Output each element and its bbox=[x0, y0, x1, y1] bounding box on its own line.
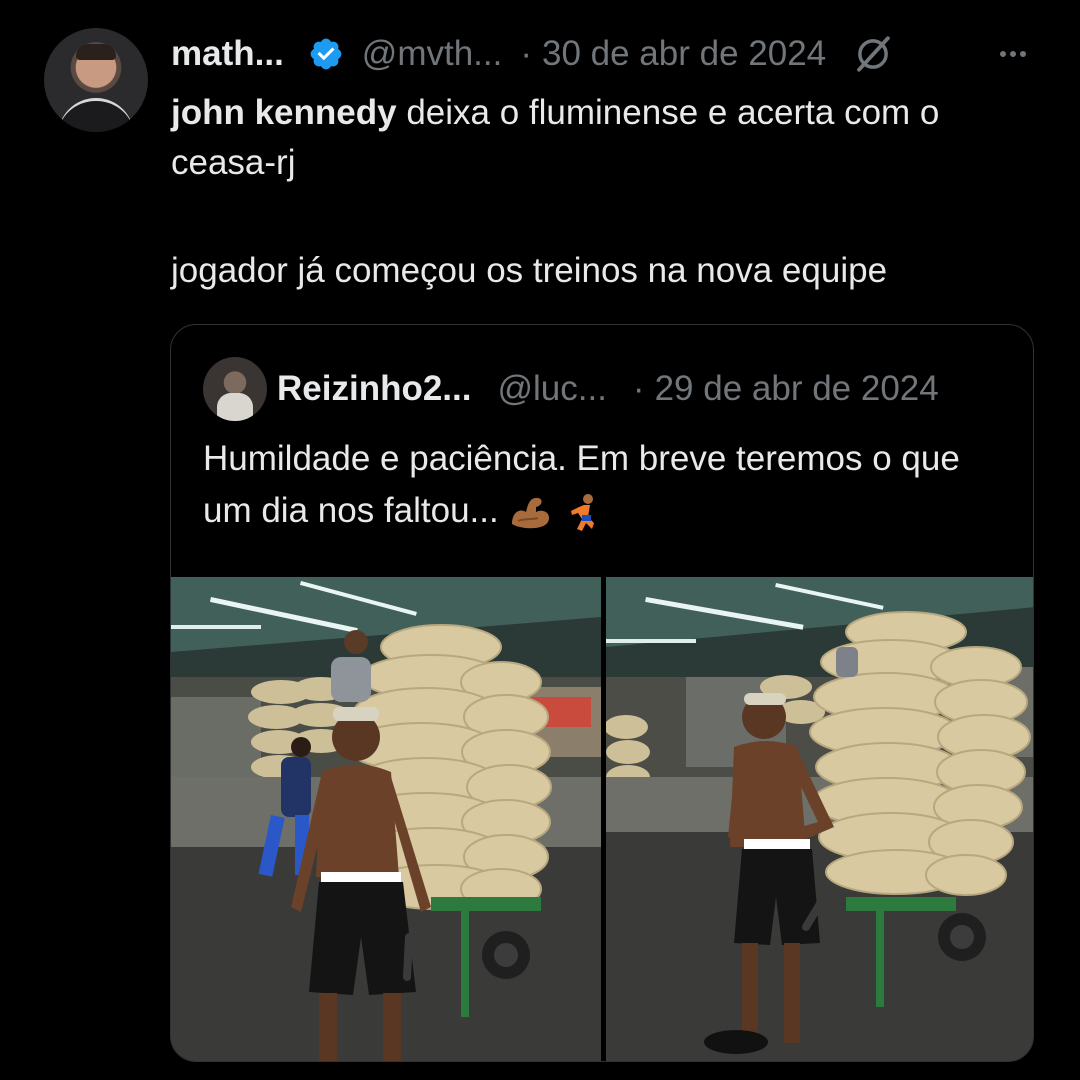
person-running-emoji bbox=[571, 493, 595, 531]
quoted-separator: · bbox=[632, 369, 645, 408]
market-photo-1 bbox=[171, 577, 601, 1061]
tweet-line-2: jogador já começou os treinos na nova eq… bbox=[171, 251, 888, 290]
verified-badge-icon[interactable] bbox=[308, 36, 344, 72]
more-options-icon[interactable] bbox=[993, 34, 1033, 74]
author-name[interactable]: math... bbox=[171, 30, 284, 78]
mentioned-name: john kennedy bbox=[171, 93, 397, 132]
tweet-header: math... @mvth... · 30 de abr de 2024 bbox=[171, 30, 894, 78]
quoted-date[interactable]: 29 de abr de 2024 bbox=[655, 369, 939, 409]
quoted-author-avatar[interactable] bbox=[203, 357, 267, 421]
quoted-header: Reizinho2... @luc... · 29 de abr de 2024 bbox=[277, 365, 939, 413]
tweet-date[interactable]: 30 de abr de 2024 bbox=[542, 30, 826, 78]
quoted-text: Humildade e paciência. Em breve teremos … bbox=[203, 433, 1003, 537]
quoted-author-handle[interactable]: @luc... bbox=[497, 369, 606, 409]
quoted-author-name[interactable]: Reizinho2... bbox=[277, 369, 471, 409]
quoted-photo-2[interactable] bbox=[606, 577, 1033, 1061]
market-photo-2 bbox=[606, 577, 1033, 1061]
tweet-text: john kennedy deixa o fluminense e acerta… bbox=[171, 88, 1051, 296]
tweet-line-1: john kennedy deixa o fluminense e acerta… bbox=[171, 88, 1051, 188]
avatar-hair bbox=[76, 44, 116, 60]
grok-icon[interactable] bbox=[852, 33, 894, 75]
header-separator: · bbox=[520, 34, 532, 73]
flexed-biceps-emoji bbox=[512, 497, 550, 529]
quoted-photo-1[interactable] bbox=[171, 577, 601, 1061]
quoted-tweet-card[interactable]: Reizinho2... @luc... · 29 de abr de 2024… bbox=[170, 324, 1034, 1062]
quoted-avatar-shirt bbox=[217, 393, 253, 421]
avatar-shirt bbox=[58, 98, 134, 132]
author-handle[interactable]: @mvth... bbox=[362, 30, 503, 78]
author-avatar[interactable] bbox=[44, 28, 148, 132]
